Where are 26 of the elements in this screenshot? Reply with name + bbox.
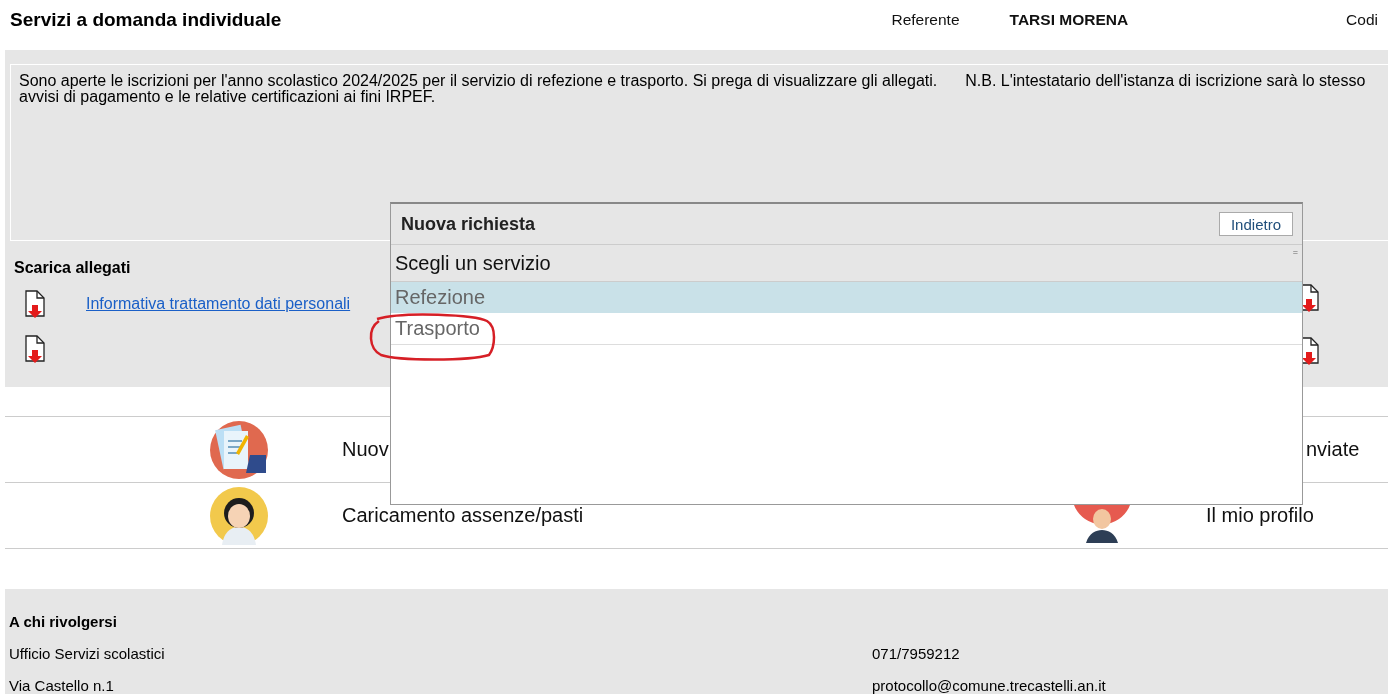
document-pen-icon[interactable] xyxy=(210,420,268,479)
notice-text: N.B. L'intestatario dell'istanza di iscrizione sarà lo stesso xyxy=(965,73,1366,89)
attachment-link[interactable]: Informativa trattamento dati personali xyxy=(86,294,351,313)
contact-text: Ufficio Servizi scolastici xyxy=(9,644,166,662)
back-button[interactable]: Indietro xyxy=(1218,212,1293,236)
menu-item[interactable]: Caricamento assenze/pasti xyxy=(342,504,1072,527)
download-file-icon[interactable] xyxy=(24,334,46,363)
referent-label: Referente xyxy=(891,11,961,29)
menu-item[interactable]: Il mio profilo xyxy=(1206,504,1314,527)
field-label: Codi xyxy=(1346,11,1378,29)
service-option[interactable]: Refezione xyxy=(391,282,1302,313)
contact-text: 071/7959212 xyxy=(872,644,961,662)
select-label: Scegli un servizio = xyxy=(391,245,1302,282)
menu-item[interactable]: nviate xyxy=(1306,438,1360,461)
section-title: A chi rivolgersi xyxy=(9,612,118,630)
page-title: Servizi a domanda individuale xyxy=(10,9,283,31)
referent-name: TARSI MORENA xyxy=(1009,11,1130,29)
download-file-icon[interactable] xyxy=(24,289,46,318)
notice-text: Sono aperte le iscrizioni per l'anno scolastico 2024/2025 per il servizio di refezione e trasporto. Si prega di visualizzare gli allegati. xyxy=(19,73,938,89)
notice-text: avvisi di pagamento e le relative certificazioni ai fini IRPEF. xyxy=(19,89,436,105)
resize-handle[interactable]: = xyxy=(1292,247,1298,257)
contact-text: protocollo@comune.trecastelli.an.it xyxy=(872,676,1107,694)
person-icon[interactable] xyxy=(210,486,268,545)
section-title: Scarica allegati xyxy=(14,259,131,277)
contact-text: Via Castello n.1 xyxy=(9,676,115,694)
dialog-title: Nuova richiesta xyxy=(401,213,536,235)
